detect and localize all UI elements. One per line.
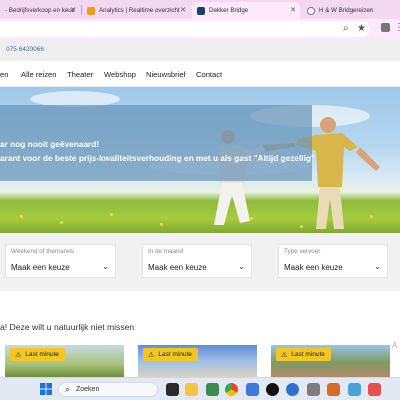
- warning-icon: ⚠: [148, 351, 155, 359]
- theme-trip-select[interactable]: Weekend of themareis Maak een keuze ⌄: [5, 244, 116, 278]
- search-icon: ⌕: [65, 384, 71, 394]
- red-app-icon[interactable]: [368, 383, 381, 396]
- chevron-down-icon: ⌄: [374, 262, 381, 271]
- filter-label: In de maand: [148, 248, 184, 255]
- zoom-icon[interactable]: ⌕: [343, 22, 349, 36]
- browser-tab-strip: - Bedrijfsverkoop en keuz ✕ Analytics | …: [0, 0, 400, 19]
- close-tab-icon[interactable]: ✕: [290, 6, 296, 14]
- trip-search-panel: Weekend of themareis Maak een keuze ⌄ In…: [0, 233, 400, 291]
- flower: [250, 217, 253, 220]
- globe-favicon-icon: [307, 6, 315, 15]
- flower: [300, 225, 303, 228]
- hero-subheadline: arant voor de beste prijs-kwaliteitsverh…: [0, 153, 315, 163]
- filter-label: Weekend of themareis: [11, 248, 74, 255]
- extension-icon[interactable]: [381, 23, 390, 32]
- close-tab-icon[interactable]: ✕: [180, 6, 186, 14]
- more-icon[interactable]: ⋮: [394, 21, 400, 35]
- address-bar[interactable]: ⌕ ★: [0, 21, 370, 37]
- nav-item-theater[interactable]: Theater: [67, 70, 93, 79]
- task-view-icon[interactable]: [166, 383, 179, 396]
- hero-banner-image: ar nog nooit geëvenaard! arant voor de b…: [0, 87, 400, 233]
- network-app-icon[interactable]: [348, 383, 361, 396]
- section-title: a! Deze wilt u natuurlijk niet missen: [0, 322, 135, 332]
- warning-icon: ⚠: [281, 351, 288, 359]
- analytics-favicon-icon: [87, 6, 95, 15]
- hero-headline: ar nog nooit geëvenaard!: [0, 139, 100, 149]
- flower: [160, 223, 163, 226]
- chevron-down-icon: ⌄: [238, 262, 245, 271]
- windows-start-icon[interactable]: [40, 383, 52, 395]
- main-navigation: en Alle reizen Theater Webshop Nieuwsbri…: [0, 61, 400, 87]
- taskbar-search[interactable]: ⌕ Zoeken: [58, 382, 158, 397]
- trip-card[interactable]: ⚠ Last minute: [271, 345, 390, 377]
- windows-taskbar: ⌕ Zoeken: [0, 377, 400, 400]
- chevron-down-icon: ⌄: [102, 262, 109, 271]
- phone-number[interactable]: 075 6420066: [6, 46, 44, 53]
- trip-card[interactable]: ⚠ Last minute: [5, 345, 124, 377]
- flower: [60, 221, 63, 224]
- contact-strip: 075 6420066: [0, 39, 400, 61]
- nav-item-webshop[interactable]: Webshop: [104, 70, 136, 79]
- taskbar-search-placeholder: Zoeken: [76, 386, 100, 393]
- tab-title: Dekker Bridge: [209, 7, 249, 14]
- gear-icon[interactable]: [307, 383, 320, 396]
- last-minute-badge: ⚠ Last minute: [276, 348, 331, 361]
- trip-card[interactable]: ⚠ Last minute: [138, 345, 257, 377]
- tab-title: - Bedrijfsverkoop en keuz: [5, 7, 75, 14]
- side-letter: A: [392, 341, 398, 350]
- nav-item-nieuwsbrief[interactable]: Nieuwsbrief: [146, 70, 186, 79]
- browser-tab-hw-bridgereizen[interactable]: H & W Bridgereizen: [302, 2, 400, 19]
- tab-title: Analytics | Realtime overzicht: [99, 7, 180, 14]
- browser-tab-dekker-bridge[interactable]: Dekker Bridge ✕: [192, 2, 300, 19]
- featured-trips-section: a! Deze wilt u natuurlijk niet missen ⚠ …: [0, 291, 400, 377]
- transport-type-select[interactable]: Type vervoer Maak een keuze ⌄: [278, 244, 388, 278]
- warning-icon: ⚠: [15, 351, 22, 359]
- nav-item-contact[interactable]: Contact: [196, 70, 222, 79]
- browser-tab-analytics[interactable]: Analytics | Realtime overzicht ✕: [82, 2, 190, 19]
- nav-item-home[interactable]: en: [0, 70, 8, 79]
- browser-tab-bedrijfsverkoop[interactable]: - Bedrijfsverkoop en keuz ✕: [0, 2, 80, 19]
- star-icon[interactable]: ★: [357, 22, 366, 36]
- month-select[interactable]: In de maand Maak een keuze ⌄: [142, 244, 252, 278]
- media-app-icon[interactable]: [266, 383, 279, 396]
- chrome-icon[interactable]: [225, 383, 238, 396]
- flower: [20, 215, 23, 218]
- settings-app-icon[interactable]: [246, 383, 259, 396]
- filter-value: Maak een keuze: [284, 263, 343, 272]
- dekker-favicon-icon: [197, 6, 205, 15]
- browser-toolbar: ⌕ ★ ⋮: [0, 19, 400, 39]
- flower: [370, 215, 373, 218]
- filter-label: Type vervoer: [284, 248, 321, 255]
- spreadsheet-app-icon[interactable]: [206, 383, 219, 396]
- last-minute-badge: ⚠ Last minute: [10, 348, 65, 361]
- tab-title: H & W Bridgereizen: [319, 7, 374, 14]
- file-explorer-icon[interactable]: [185, 383, 198, 396]
- last-minute-badge: ⚠ Last minute: [143, 348, 198, 361]
- filter-value: Maak een keuze: [148, 263, 207, 272]
- close-tab-icon[interactable]: ✕: [70, 6, 76, 14]
- filter-value: Maak een keuze: [11, 263, 70, 272]
- flower: [110, 213, 113, 216]
- orange-app-icon[interactable]: [327, 383, 340, 396]
- edge-icon[interactable]: [286, 383, 299, 396]
- nav-item-alle-reizen[interactable]: Alle reizen: [21, 70, 56, 79]
